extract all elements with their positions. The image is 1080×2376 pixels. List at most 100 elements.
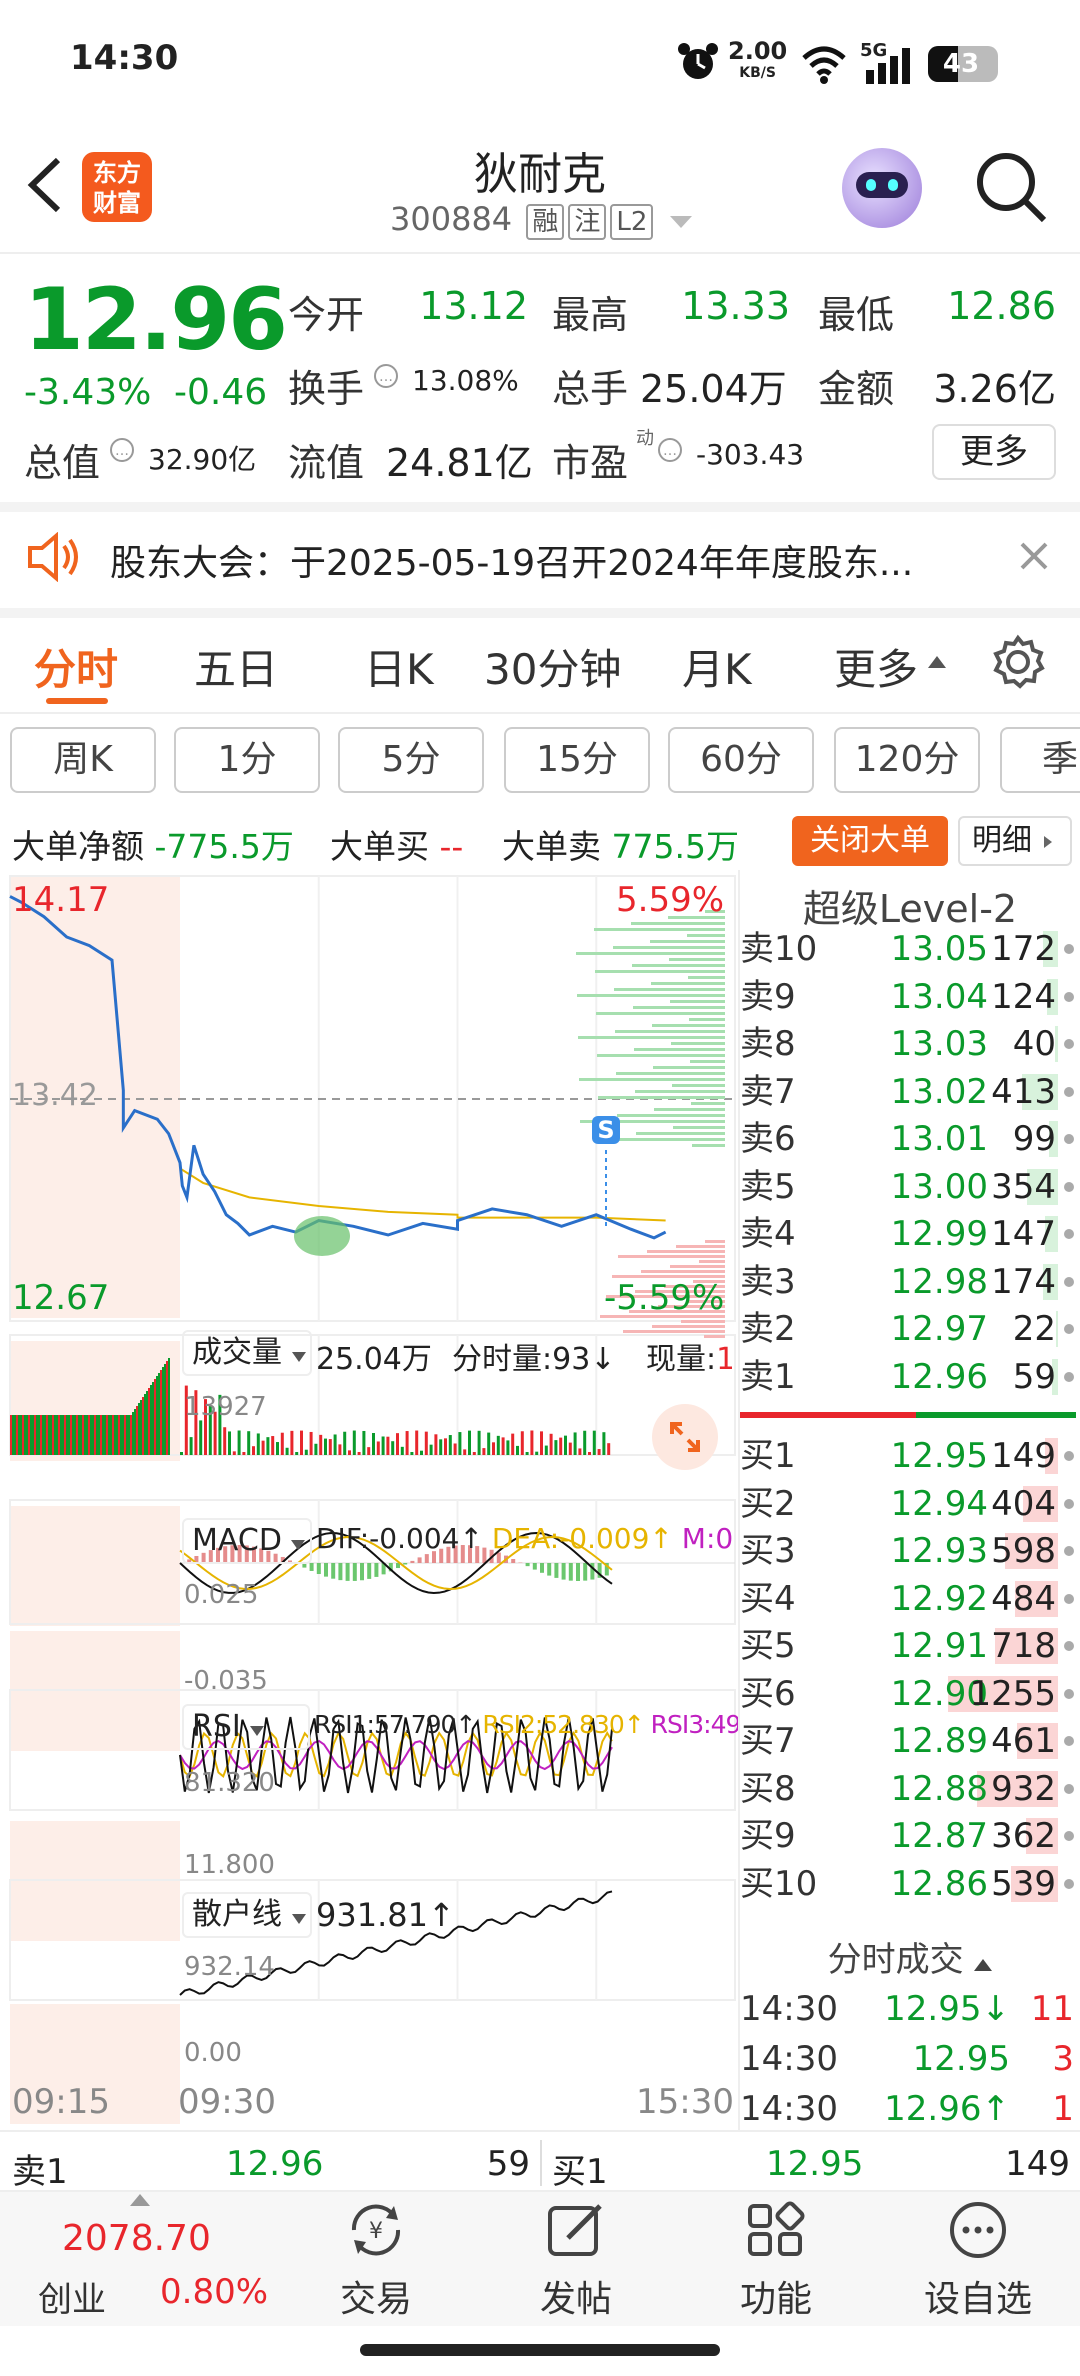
stock-code-row[interactable]: 300884 融注 L2 (390, 200, 692, 240)
price-axis-low: 12.67 (12, 1278, 110, 1318)
volume-bar (60, 1415, 62, 1455)
nav-add-watchlist[interactable]: 设自选 (878, 2200, 1078, 2322)
retail-indicator-select[interactable]: 散户线 (182, 1892, 312, 1938)
rsi-axis-min: 11.800 (184, 1850, 275, 1880)
best-bid-label: 买1 (552, 2152, 608, 2192)
ask-row[interactable]: 卖8 13.03 40 (740, 1020, 1080, 1068)
ask-row[interactable]: 卖6 13.01 99 (740, 1115, 1080, 1163)
tab-intraday[interactable]: 分时 (34, 636, 118, 697)
volume-bar (100, 1415, 102, 1455)
volume-value: 25.04万 (640, 367, 787, 411)
close-icon[interactable] (1018, 540, 1050, 572)
nav-trade[interactable]: ¥ 交易 (276, 2200, 476, 2322)
level-label: 买6 (740, 1673, 796, 1714)
period-1m[interactable]: 1分 (174, 727, 320, 793)
period-60m[interactable]: 60分 (668, 727, 814, 793)
ask-row[interactable]: 卖2 12.97 22 (740, 1305, 1080, 1353)
notice-text[interactable]: 股东大会：于2025-05-19召开2024年年度股东... (110, 534, 960, 586)
status-dot (1064, 1086, 1074, 1097)
macd-histogram-bar (360, 1563, 364, 1581)
period-quarterly[interactable]: 季 (1000, 727, 1080, 793)
nav-functions-label: 功能 (739, 2279, 812, 2320)
more-button[interactable]: 更多 (932, 424, 1056, 480)
ask-row[interactable]: 卖9 13.04 124 (740, 973, 1080, 1021)
depth-bar-ask (689, 1018, 725, 1021)
rsi-indicator-select[interactable]: RSI (182, 1704, 310, 1750)
bid-row[interactable]: 买9 12.87 362 (740, 1812, 1080, 1860)
status-bar: 14:30 2.00 KB/S 5G 43 (0, 0, 1080, 130)
tab-more[interactable]: 更多 (834, 636, 918, 697)
divider (0, 502, 1080, 512)
ask-row[interactable]: 卖5 13.00 354 (740, 1163, 1080, 1211)
info-icon[interactable]: … (656, 436, 684, 464)
bid-row[interactable]: 买5 12.91 718 (740, 1622, 1080, 1670)
trade-ticks-header[interactable]: 分时成交 (740, 1932, 1080, 1981)
expand-chart-button[interactable] (652, 1404, 718, 1470)
high-label: 最高 (552, 293, 629, 337)
depth-bar-bid (641, 1270, 725, 1273)
grid-icon (748, 2201, 805, 2256)
bid-row[interactable]: 买8 12.88 932 (740, 1765, 1080, 1813)
volume-bar (36, 1415, 38, 1455)
trade-tick-row: 14:30 12.96↑ 1 (740, 2085, 1080, 2133)
ask-row[interactable]: 卖1 12.96 59 (740, 1353, 1080, 1401)
level-volume: 362 (991, 1816, 1056, 1856)
macd-indicator-select[interactable]: MACD (182, 1518, 312, 1564)
gear-icon[interactable] (990, 634, 1046, 690)
period-5m[interactable]: 5分 (338, 727, 484, 793)
nav-post[interactable]: 发帖 (476, 2200, 676, 2322)
nav-functions[interactable]: 功能 (676, 2200, 876, 2322)
bid-row[interactable]: 买1 12.95 149 (740, 1432, 1080, 1480)
search-icon[interactable] (972, 148, 1052, 228)
ask-row[interactable]: 卖3 12.98 174 (740, 1258, 1080, 1306)
tab-monthly-k[interactable]: 月K (682, 636, 752, 697)
volume-bar (106, 1415, 108, 1455)
ask-row[interactable]: 卖10 13.05 172 (740, 925, 1080, 973)
volume-bar (64, 1415, 66, 1455)
ask-row[interactable]: 卖4 12.99 147 (740, 1210, 1080, 1258)
edit-icon (548, 2204, 602, 2256)
info-icon[interactable]: … (108, 436, 136, 464)
bid-row[interactable]: 买2 12.94 404 (740, 1480, 1080, 1528)
volume-bar (391, 1441, 395, 1455)
detail-button[interactable]: 明细 (958, 816, 1072, 866)
depth-bar-ask (614, 988, 725, 991)
tab-five-day[interactable]: 五日 (194, 636, 278, 697)
index-value[interactable]: 2078.70 (62, 2218, 211, 2259)
signal-s-marker[interactable]: S (592, 1116, 620, 1144)
level-label: 买1 (740, 1436, 796, 1476)
info-icon[interactable]: … (372, 362, 400, 390)
volume-bar (348, 1450, 351, 1455)
index-name[interactable]: 创业 (38, 2272, 106, 2321)
tag-note: 注 (568, 204, 607, 240)
bid-row[interactable]: 买10 12.86 539 (740, 1860, 1080, 1908)
volume-bar (400, 1446, 404, 1455)
volume-bar (140, 1400, 142, 1455)
index-change[interactable]: 0.80% (160, 2272, 268, 2312)
status-dot (1064, 1546, 1074, 1556)
bid-row[interactable]: 买7 12.89 461 (740, 1717, 1080, 1765)
volume-bar (434, 1434, 438, 1455)
tab-daily-k[interactable]: 日K (364, 636, 434, 697)
level-price: 12.89 (890, 1721, 988, 1761)
divider (0, 608, 1080, 618)
volume-bar (14, 1415, 16, 1455)
robot-assistant-icon[interactable] (842, 148, 922, 228)
volume-bar (487, 1432, 491, 1455)
depth-bar-ask (688, 976, 725, 979)
bid-row[interactable]: 买4 12.92 484 (740, 1575, 1080, 1623)
volume-indicator-select[interactable]: 成交量 (182, 1330, 312, 1376)
bid-row[interactable]: 买6 12.90 1255 (740, 1670, 1080, 1718)
status-dot (1064, 1783, 1074, 1794)
caret-down-icon (250, 1726, 265, 1736)
bid-row[interactable]: 买3 12.93 598 (740, 1527, 1080, 1575)
period-15m[interactable]: 15分 (504, 727, 650, 793)
current-volume-value: 1 (716, 1342, 732, 1377)
volume-bar (62, 1415, 64, 1455)
close-big-order-button[interactable]: 关闭大单 (792, 816, 948, 866)
depth-bar-ask (691, 1102, 725, 1105)
ask-row[interactable]: 卖7 13.02 413 (740, 1068, 1080, 1116)
period-weekly[interactable]: 周K (10, 727, 156, 793)
period-120m[interactable]: 120分 (834, 727, 980, 793)
tab-30min[interactable]: 30分钟 (484, 636, 621, 697)
